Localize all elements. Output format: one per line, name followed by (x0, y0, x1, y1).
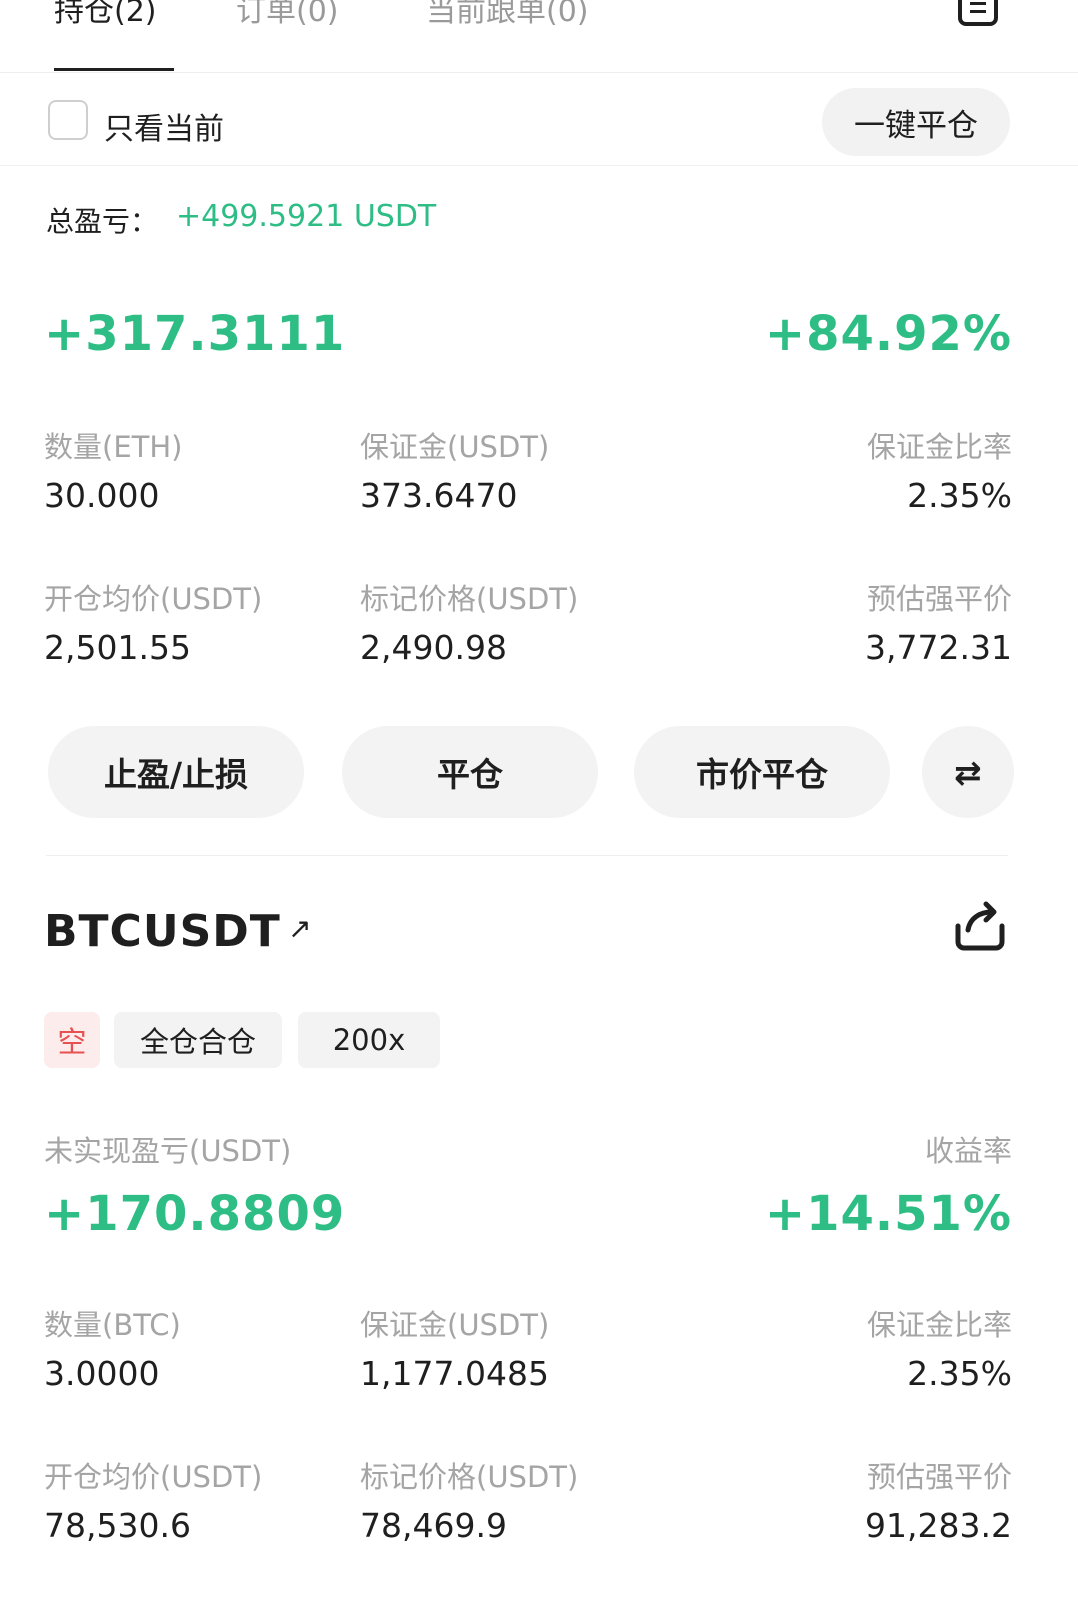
quantity-label: 数量(ETH) (44, 430, 183, 464)
only-current-label[interactable]: 只看当前 (104, 104, 224, 148)
unrealized-pnl-value: +317.3111 (44, 306, 346, 362)
margin-ratio-label: 保证金比率 (866, 430, 1012, 464)
unrealized-pnl-label: 未实现盈亏(USDT) (44, 1134, 292, 1168)
roe-value: +84.92% (764, 306, 1012, 362)
margin-ratio-value: 2.35% (907, 1354, 1012, 1393)
margin-mode-tag[interactable]: 全仓合仓 (114, 1012, 282, 1068)
total-pnl-value: +499.5921 USDT (176, 199, 437, 234)
quantity-label: 数量(BTC) (44, 1308, 181, 1342)
filter-divider (0, 165, 1078, 166)
entry-price-label: 开仓均价(USDT) (44, 1460, 263, 1494)
margin-label: 保证金(USDT) (360, 430, 550, 464)
section-divider (46, 855, 1008, 856)
close-position-button[interactable]: 平仓 (342, 726, 598, 818)
unrealized-pnl-value: +170.8809 (44, 1186, 346, 1242)
tab-orders[interactable]: 订单(0) (236, 0, 339, 30)
rotate-icon: ⇄ (954, 752, 982, 792)
quantity-value: 3.0000 (44, 1354, 160, 1393)
active-tab-indicator (54, 68, 174, 71)
total-pnl-label: 总盈亏： (46, 205, 159, 238)
mark-price-value: 2,490.98 (360, 628, 507, 667)
mark-price-label: 标记价格(USDT) (360, 582, 579, 616)
margin-ratio-value: 2.35% (907, 476, 1012, 515)
symbol-title[interactable]: BTCUSDT (44, 906, 281, 957)
leverage-tag[interactable]: 200x (298, 1012, 440, 1068)
margin-label: 保证金(USDT) (360, 1308, 550, 1342)
reverse-position-button[interactable]: ⇄ (922, 726, 1014, 818)
document-icon[interactable] (958, 0, 998, 26)
margin-value: 373.6470 (360, 476, 518, 515)
liq-price-value: 91,283.2 (865, 1506, 1012, 1545)
liq-price-value: 3,772.31 (865, 628, 1012, 667)
roe-label: 收益率 (924, 1134, 1012, 1168)
margin-ratio-label: 保证金比率 (866, 1308, 1012, 1342)
close-all-button[interactable]: 一键平仓 (822, 88, 1010, 156)
quantity-value: 30.000 (44, 476, 160, 515)
entry-price-value: 78,530.6 (44, 1506, 191, 1545)
header-divider (0, 72, 1078, 73)
tp-sl-button[interactable]: 止盈/止损 (48, 726, 304, 818)
only-current-checkbox[interactable] (48, 100, 88, 140)
tab-positions[interactable]: 持仓(2) (54, 0, 157, 30)
chevron-right-icon[interactable]: ↗ (288, 912, 311, 945)
mark-price-label: 标记价格(USDT) (360, 1460, 579, 1494)
side-tag: 空 (44, 1012, 100, 1068)
roe-value: +14.51% (764, 1186, 1012, 1242)
entry-price-value: 2,501.55 (44, 628, 191, 667)
liq-price-label: 预估强平价 (866, 1460, 1012, 1494)
market-close-button[interactable]: 市价平仓 (634, 726, 890, 818)
share-icon[interactable] (950, 900, 1010, 952)
margin-value: 1,177.0485 (360, 1354, 549, 1393)
mark-price-value: 78,469.9 (360, 1506, 507, 1545)
tab-copy-trading[interactable]: 当前跟单(0) (426, 0, 589, 30)
liq-price-label: 预估强平价 (866, 582, 1012, 616)
entry-price-label: 开仓均价(USDT) (44, 582, 263, 616)
